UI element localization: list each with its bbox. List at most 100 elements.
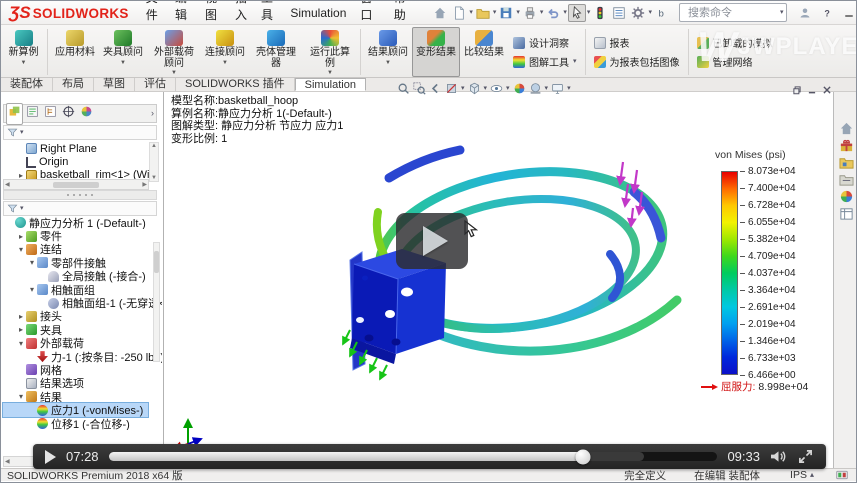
ribbon-report-button[interactable]: 报表	[594, 35, 680, 50]
ribbon-apply-material-button[interactable]: 应用材料	[51, 27, 99, 77]
tree-item[interactable]: ▾结果	[3, 390, 162, 403]
simulation-tree-vertical-scrollbar[interactable]	[153, 242, 160, 362]
ribbon-design-insight-button[interactable]: 设计洞察	[513, 35, 577, 50]
feature-tree-filter[interactable]: ▾	[3, 125, 157, 140]
feature-tree-vertical-scrollbar[interactable]: ▲▼	[149, 142, 159, 182]
options-gear-button[interactable]	[629, 4, 647, 22]
ribbon-manage-network-button[interactable]: 管理网络	[697, 54, 773, 69]
volume-icon[interactable]	[770, 449, 787, 464]
dropdown-caret-icon[interactable]: ▾	[461, 85, 465, 92]
rebuild-traffic-button[interactable]	[591, 4, 609, 22]
dropdown-caret-icon[interactable]: ▾	[20, 129, 24, 136]
print-button[interactable]	[521, 4, 539, 22]
panel-tab-displaymanager[interactable]	[78, 103, 95, 125]
minimize-button[interactable]	[839, 5, 857, 21]
search-caret-icon[interactable]: ▾	[780, 9, 784, 16]
taskpane-appearance-ball-button[interactable]	[836, 188, 856, 205]
expand-arrow-icon[interactable]: ▾	[27, 258, 37, 267]
undo-button[interactable]	[544, 4, 562, 22]
tree-item[interactable]: Origin	[3, 155, 149, 168]
tree-item[interactable]: ▾相触面组	[3, 283, 162, 296]
tab-草图[interactable]: 草图	[94, 78, 135, 91]
previous-view-icon[interactable]	[429, 82, 442, 95]
tree-item[interactable]: ▾零部件接触	[3, 256, 162, 269]
tree-item[interactable]: 静应力分析 1 (-Default-)	[3, 216, 162, 229]
scroll-right-icon[interactable]: ▶	[142, 181, 147, 188]
video-play-overlay-button[interactable]	[396, 213, 468, 269]
dropdown-caret-icon[interactable]: ▾	[648, 9, 652, 16]
taskpane-home-button[interactable]	[836, 120, 856, 137]
ribbon-plot-tools-button[interactable]: 图解工具▾	[513, 54, 577, 69]
tab-装配体[interactable]: 装配体	[1, 78, 53, 91]
tab-评估[interactable]: 评估	[135, 78, 176, 91]
expand-arrow-icon[interactable]: ▸	[16, 232, 26, 241]
scene-icon[interactable]	[529, 82, 542, 95]
scroll-thumb[interactable]	[154, 251, 159, 273]
tree-item[interactable]: ▸零件	[3, 229, 162, 242]
appearance-ball-icon[interactable]	[513, 82, 526, 95]
units-dropdown[interactable]: IPS ▴	[790, 469, 814, 481]
tree-item[interactable]: ▸接头	[3, 310, 162, 323]
doc-close-icon[interactable]	[822, 85, 832, 95]
new-document-button[interactable]	[450, 4, 468, 22]
dropdown-caret-icon[interactable]: ▾	[540, 9, 544, 16]
tree-item[interactable]: ▾外部载荷	[3, 337, 162, 350]
ribbon-offloaded-simulation-button[interactable]: 已卸载的模拟	[697, 35, 773, 50]
dropdown-caret-icon[interactable]: ▾	[484, 85, 488, 92]
help-question-button[interactable]: ?	[817, 5, 836, 21]
tree-item[interactable]: 相触面组-1 (-无穿透<backbo	[3, 296, 162, 309]
scroll-left-icon[interactable]: ◀	[5, 181, 10, 188]
scroll-left-icon[interactable]: ◀	[5, 458, 10, 465]
tree-item[interactable]: ▾连结	[3, 243, 162, 256]
tree-item[interactable]: 结果选项	[3, 377, 162, 390]
dropdown-caret-icon[interactable]: ▾	[587, 9, 591, 16]
tree-item[interactable]: Right Plane	[3, 142, 149, 155]
doc-minimize-icon[interactable]	[807, 85, 817, 95]
expand-arrow-icon[interactable]: ▸	[16, 312, 26, 321]
tree-item[interactable]: 应力1 (-vonMises-)	[3, 403, 148, 416]
tree-item[interactable]: 网格	[3, 363, 162, 376]
ribbon-results-advisor-button[interactable]: 结果顾问▼	[364, 27, 412, 77]
ribbon-compare-results-button[interactable]: 比较结果	[460, 27, 508, 77]
funnel-icon[interactable]	[7, 203, 18, 214]
ribbon-fixtures-advisor-button[interactable]: 夹具顾问▼	[99, 27, 147, 77]
player-play-button[interactable]	[45, 450, 56, 464]
zoom-fit-icon[interactable]	[397, 82, 410, 95]
dropdown-caret-icon[interactable]: ▾	[506, 85, 510, 92]
funnel-icon[interactable]	[7, 127, 18, 138]
feature-tree-horizontal-scrollbar[interactable]: ◀▶	[3, 179, 149, 190]
ribbon-external-loads-advisor-button[interactable]: 外部载荷顾问▼	[147, 27, 201, 77]
expand-arrow-icon[interactable]: ▾	[16, 339, 26, 348]
taskpane-resources-gift-button[interactable]	[836, 137, 856, 154]
open-button[interactable]	[474, 4, 492, 22]
tab-simulation[interactable]: Simulation	[295, 78, 366, 91]
taskpane-design-library-button[interactable]	[836, 154, 856, 171]
dropdown-caret-icon[interactable]: ▾	[563, 9, 567, 16]
tab-布局[interactable]: 布局	[53, 78, 94, 91]
dropdown-caret-icon[interactable]: ▾	[567, 85, 571, 92]
ribbon-new-study-button[interactable]: 新算例▼	[3, 27, 44, 77]
user-button[interactable]	[795, 5, 814, 21]
dropdown-caret-icon[interactable]: ▾	[545, 85, 549, 92]
dropdown-caret-icon[interactable]: ▾	[493, 9, 497, 16]
tree-item[interactable]: 力-1 (:按条目: -250 lbf:)	[3, 350, 162, 363]
panel-tab-configurationmanager[interactable]	[42, 103, 59, 125]
expand-arrow-icon[interactable]: ▸	[16, 325, 26, 334]
fullscreen-icon[interactable]	[797, 449, 814, 464]
ribbon-run-this-study-button[interactable]: 运行此算例▼	[303, 27, 357, 77]
menu-item-5[interactable]: Simulation	[283, 4, 353, 22]
expand-arrow-icon[interactable]: ▾	[27, 285, 37, 294]
orientation-cube-icon[interactable]	[468, 82, 481, 95]
search-input[interactable]	[686, 6, 774, 20]
seek-thumb[interactable]	[576, 449, 591, 464]
ribbon-include-image-for-report-button[interactable]: 为报表包括图像	[594, 54, 680, 69]
tree-item[interactable]: ▸夹具	[3, 323, 162, 336]
dropdown-caret-icon[interactable]: ▾	[20, 205, 24, 212]
taskpane-custom-properties-button[interactable]	[836, 205, 856, 222]
taskpane-file-explorer-button[interactable]	[836, 171, 856, 188]
ribbon-connections-advisor-button[interactable]: 连接顾问▼	[201, 27, 249, 77]
select-cursor-button[interactable]	[568, 4, 586, 22]
section-view-icon[interactable]	[445, 82, 458, 95]
expand-arrow-icon[interactable]: ▾	[16, 245, 26, 254]
doc-restore-icon[interactable]	[792, 85, 802, 95]
